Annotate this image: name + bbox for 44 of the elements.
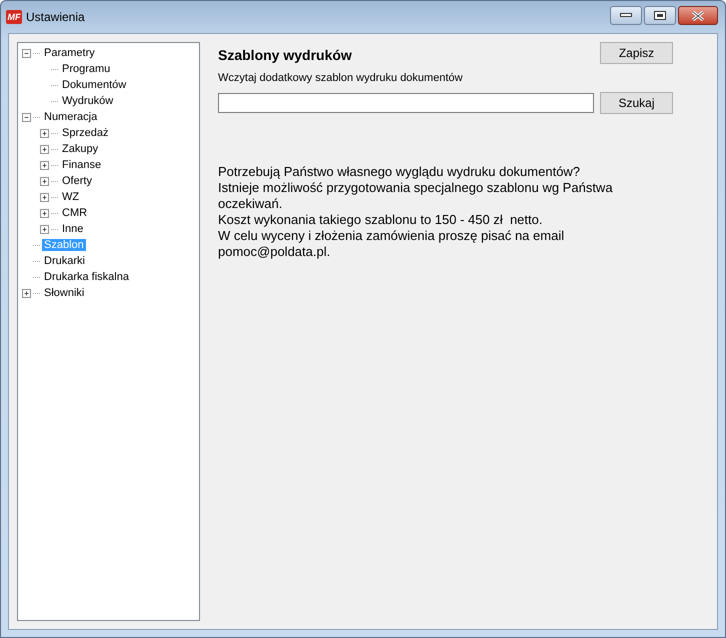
expand-icon[interactable] [40,144,49,154]
tree-item[interactable]: Sprzedaż [60,127,110,139]
info-text: Istnieje możliwość przygotowania specjalnego szablonu wg Państwa [218,180,614,196]
tree-item[interactable]: Numeracja [42,111,100,123]
tree-item[interactable]: Zakupy [60,143,100,155]
app-logo: MF [6,10,22,24]
template-path-field[interactable] [218,93,594,113]
browse-button[interactable]: Szukaj [600,92,673,114]
tree-item[interactable]: CMR [60,207,90,219]
field-label: Wczytaj dodatkowy szablon wydruku dokumentów [218,72,464,84]
maximize-button[interactable] [644,6,676,25]
maximize-icon [654,11,666,20]
tree-item[interactable]: Dokumentów [60,79,128,91]
info-text: pomoc@poldata.pl. [218,244,332,260]
tree-item[interactable]: Parametry [42,47,97,59]
expand-icon[interactable] [22,288,31,298]
minimize-button[interactable] [610,6,642,25]
expand-icon[interactable] [40,160,49,170]
save-button[interactable]: Zapisz [600,42,673,64]
close-button[interactable] [678,6,718,25]
minimize-icon [620,13,632,18]
info-text: W celu wyceny i złożenia zamówienia proszę pisać na email [218,228,566,244]
info-text: oczekiwań. [218,196,284,212]
collapse-icon[interactable] [22,48,31,58]
tree-item[interactable]: Oferty [60,175,94,187]
tree-item[interactable]: Finanse [60,159,104,171]
close-icon [691,10,705,20]
collapse-icon[interactable] [22,112,31,122]
window-title: Ustawienia [26,10,86,24]
tree-item[interactable]: Drukarki [42,255,87,267]
expand-icon[interactable] [40,192,49,202]
info-text: Potrzebują Państwo własnego wyglądu wydruku dokumentów? [218,164,582,180]
tree-item[interactable]: Programu [60,63,112,75]
tree-item[interactable]: Wydruków [60,95,116,107]
section-heading: Szablony wydruków [218,47,352,63]
expand-icon[interactable] [40,208,49,218]
tree-item[interactable]: Drukarka fiskalna [42,271,131,283]
tree-item[interactable]: Słowniki [42,287,86,299]
tree-item[interactable]: Inne [60,223,86,235]
expand-icon[interactable] [40,176,49,186]
tree-item[interactable]: WZ [60,191,82,203]
expand-icon[interactable] [40,224,49,234]
expand-icon[interactable] [40,128,49,138]
info-text: Koszt wykonania takiego szablonu to 150 - 450 zł netto. [218,212,544,228]
